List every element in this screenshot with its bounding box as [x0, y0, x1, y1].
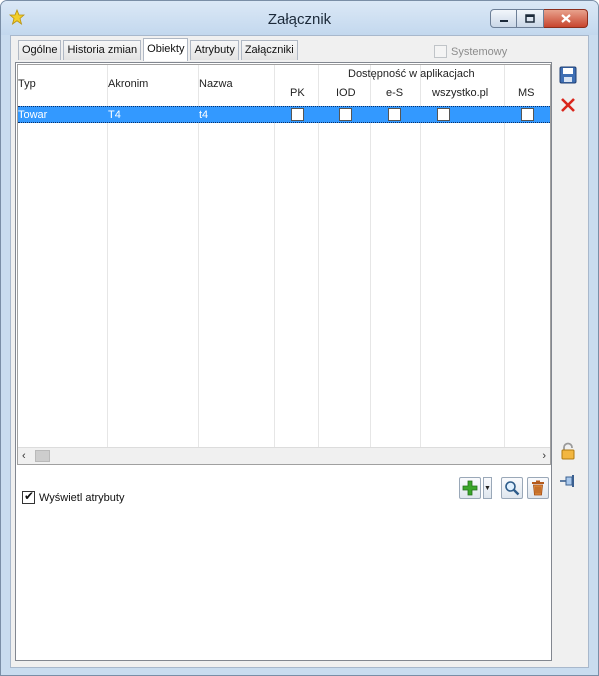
- scroll-right-button[interactable]: ›: [542, 450, 546, 462]
- column-header-typ[interactable]: Typ: [18, 78, 36, 90]
- tab-strip: Ogólne Historia zmian Obiekty Atrybuty Z…: [18, 38, 300, 61]
- maximize-icon: [525, 14, 535, 23]
- save-button[interactable]: [557, 64, 579, 86]
- column-header-iod[interactable]: IOD: [336, 87, 356, 99]
- tab-ogolne[interactable]: Ogólne: [18, 40, 62, 60]
- add-button[interactable]: [459, 477, 481, 499]
- checkbox-ms[interactable]: [521, 108, 534, 121]
- systemowy-label: Systemowy: [451, 45, 508, 58]
- show-attributes-option: ✔ Wyświetl atrybuty: [22, 489, 125, 504]
- minimize-icon: [499, 19, 508, 22]
- objects-panel: Typ Akronim Nazwa Dostępność w aplikacja…: [15, 62, 552, 661]
- magnifier-icon: [505, 481, 520, 496]
- trash-icon: [532, 480, 544, 496]
- window-controls: [490, 9, 588, 28]
- add-menu-button[interactable]: ▼: [483, 477, 492, 499]
- lock-button[interactable]: [557, 440, 579, 462]
- close-button[interactable]: [544, 9, 588, 28]
- column-header-es[interactable]: e-S: [386, 87, 403, 99]
- column-header-pk[interactable]: PK: [290, 87, 305, 99]
- column-header-nazwa[interactable]: Nazwa: [199, 78, 233, 90]
- show-attributes-label: Wyświetl atrybuty: [39, 491, 125, 504]
- pin-icon: [560, 475, 574, 487]
- checkbox-iod[interactable]: [339, 108, 352, 121]
- maximize-button[interactable]: [517, 9, 544, 28]
- cancel-x-icon: [561, 98, 575, 112]
- checkbox-wszystko[interactable]: [437, 108, 450, 121]
- delete-button[interactable]: [527, 477, 549, 499]
- scroll-left-button[interactable]: ‹: [22, 450, 26, 462]
- padlock-icon: [561, 442, 575, 460]
- column-header-wszystko[interactable]: wszystko.pl: [432, 87, 488, 99]
- checkbox-pk[interactable]: [291, 108, 304, 121]
- group-header-availability: Dostępność w aplikacjach: [348, 68, 475, 80]
- title-bar[interactable]: Załącznik: [1, 1, 598, 35]
- checkmark-icon: ✔: [24, 489, 35, 503]
- column-header-akronim[interactable]: Akronim: [108, 78, 148, 90]
- table-row[interactable]: Towar T4 t4: [18, 106, 550, 123]
- dropdown-arrow-icon: ▼: [484, 484, 491, 492]
- cancel-button[interactable]: [557, 94, 579, 116]
- scroll-thumb[interactable]: [35, 450, 50, 462]
- horizontal-scrollbar[interactable]: ‹ ›: [18, 447, 550, 464]
- pin-button[interactable]: [557, 470, 579, 492]
- save-icon: [559, 66, 577, 84]
- cell-nazwa: t4: [199, 109, 209, 121]
- column-header-ms[interactable]: MS: [518, 87, 535, 99]
- systemowy-checkbox[interactable]: [434, 45, 447, 58]
- dialog-content: Ogólne Historia zmian Obiekty Atrybuty Z…: [10, 35, 589, 668]
- tab-zalaczniki[interactable]: Załączniki: [240, 40, 298, 60]
- add-icon: [462, 480, 478, 496]
- tab-atrybuty[interactable]: Atrybuty: [190, 40, 239, 60]
- cell-typ: Towar: [18, 109, 48, 121]
- objects-grid: Typ Akronim Nazwa Dostępność w aplikacja…: [17, 64, 551, 465]
- window: Załącznik Ogólne Historia zmian Obiekty …: [0, 0, 599, 676]
- close-icon: [560, 14, 571, 23]
- search-button[interactable]: [501, 477, 523, 499]
- tab-obiekty[interactable]: Obiekty: [143, 38, 189, 61]
- tab-historia-zmian[interactable]: Historia zmian: [63, 40, 142, 60]
- show-attributes-checkbox[interactable]: ✔: [22, 489, 35, 504]
- cell-akronim: T4: [108, 109, 121, 121]
- minimize-button[interactable]: [490, 9, 517, 28]
- checkbox-es[interactable]: [388, 108, 401, 121]
- systemowy-option: Systemowy: [434, 45, 507, 58]
